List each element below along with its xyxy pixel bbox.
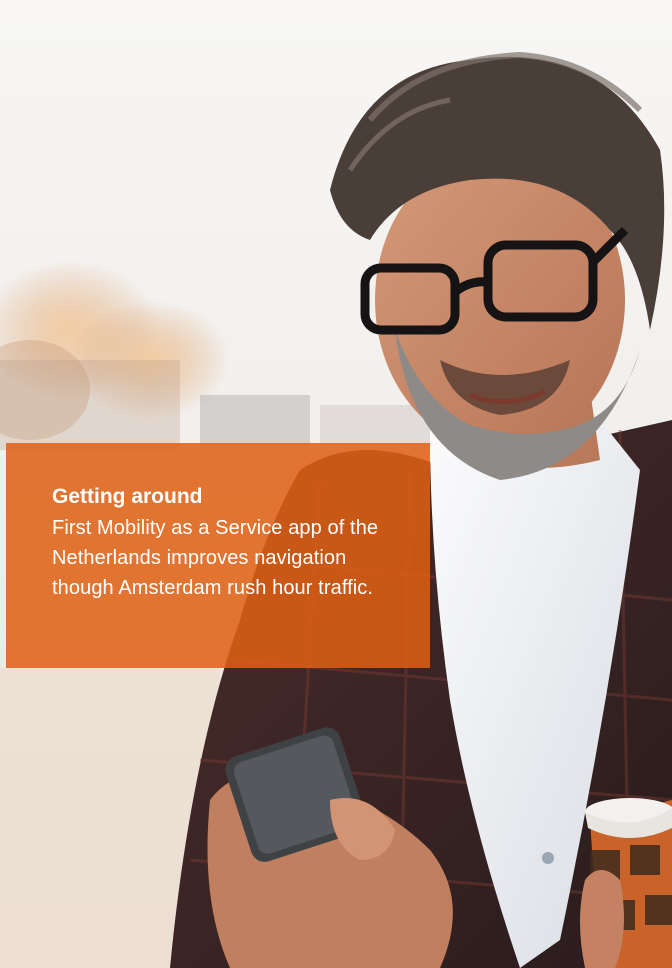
card-title: Getting around [52,485,203,508]
text-overlay-panel: Getting around First Mobility as a Servi… [6,443,430,668]
promo-card: Getting around First Mobility as a Servi… [0,0,672,968]
card-description: First Mobility as a Service app of the N… [52,517,379,599]
